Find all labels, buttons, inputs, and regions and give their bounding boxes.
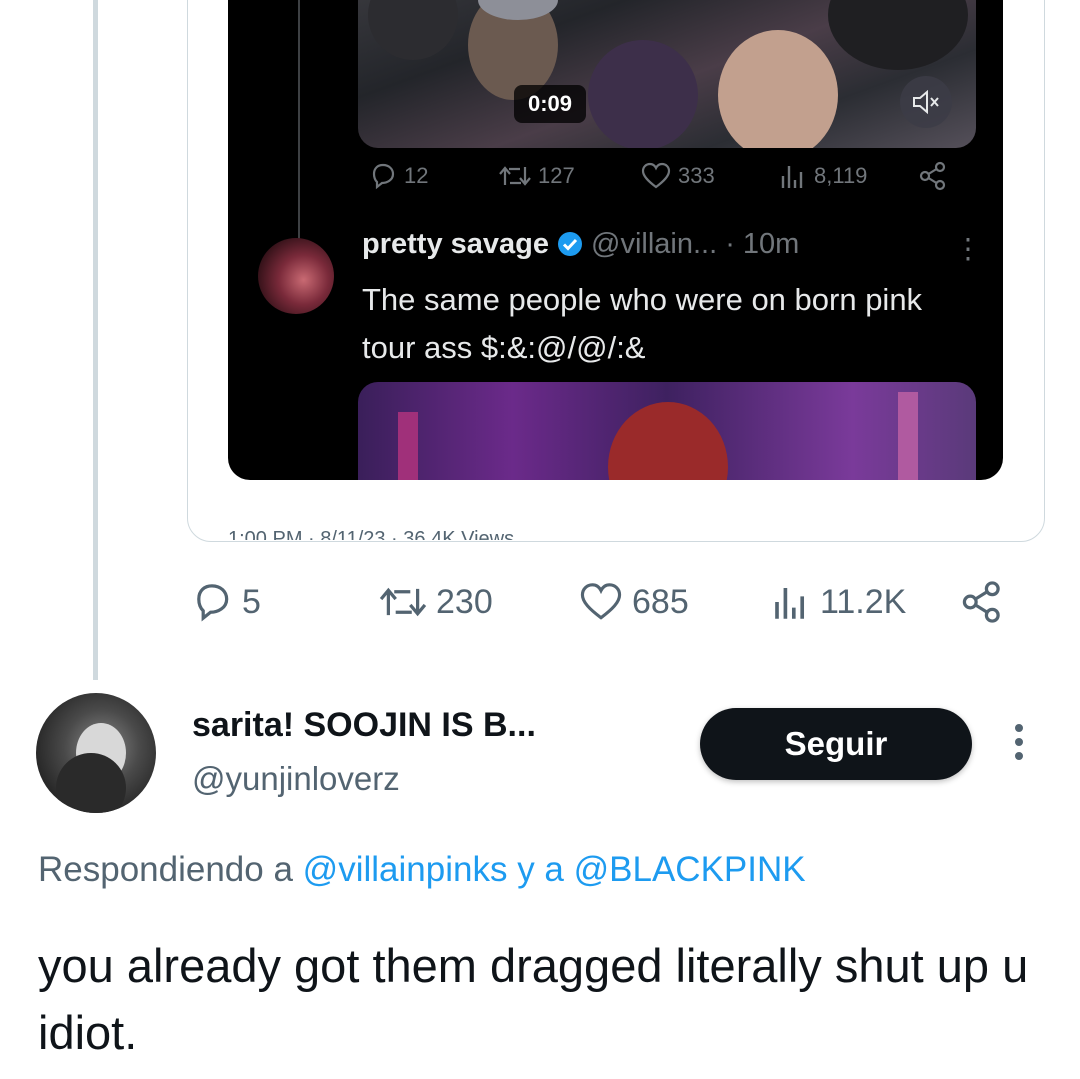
reply-action[interactable]: 5 bbox=[190, 578, 261, 626]
repost-count: 127 bbox=[538, 163, 575, 188]
reply-author-handle[interactable]: @yunjinloverz bbox=[192, 760, 400, 798]
verified-badge-icon bbox=[558, 232, 582, 256]
inner-thread-line bbox=[298, 0, 300, 250]
reply-icon bbox=[372, 163, 395, 190]
nested-post-avatar[interactable] bbox=[258, 238, 334, 314]
video-figure bbox=[828, 0, 968, 70]
share-icon bbox=[919, 161, 946, 191]
repost-count: 230 bbox=[436, 582, 493, 621]
reply-author-name[interactable]: sarita! SOOJIN IS B... bbox=[192, 706, 536, 745]
volume-muted-icon[interactable] bbox=[900, 76, 952, 128]
nested-post-text: The same people who were on born pink to… bbox=[362, 282, 923, 365]
heart-icon bbox=[641, 162, 671, 189]
views-action[interactable]: 8,119 bbox=[778, 158, 867, 194]
video-figure bbox=[718, 30, 838, 148]
video-figure bbox=[588, 40, 698, 148]
follow-button[interactable]: Seguir bbox=[700, 708, 972, 780]
repost-icon bbox=[379, 587, 427, 617]
views-count: 11.2K bbox=[820, 582, 907, 621]
views-count: 8,119 bbox=[814, 163, 868, 188]
replying-to-line: Respondiendo a @villainpinks y a @BLACKP… bbox=[38, 850, 806, 890]
nested-post-media[interactable] bbox=[358, 382, 976, 480]
share-action[interactable] bbox=[960, 578, 1004, 626]
nested-post-more-icon[interactable]: ⋮ bbox=[954, 232, 982, 265]
reply-count: 12 bbox=[404, 163, 429, 188]
repost-icon bbox=[499, 166, 531, 186]
views-action[interactable]: 11.2K bbox=[770, 578, 906, 626]
post-actions: 5 230 685 11.2K bbox=[190, 578, 1040, 626]
media-light bbox=[398, 412, 418, 480]
media-light bbox=[898, 392, 918, 480]
repost-action[interactable]: 230 bbox=[378, 578, 493, 626]
views-chart-icon bbox=[781, 166, 803, 188]
reply-author-avatar[interactable] bbox=[36, 693, 156, 813]
nested-post-time: · 10m bbox=[725, 228, 800, 260]
share-action[interactable] bbox=[918, 158, 948, 194]
video-figure bbox=[368, 0, 458, 60]
more-options-icon[interactable] bbox=[1012, 724, 1026, 768]
thread-connector-line bbox=[93, 0, 98, 680]
heart-icon bbox=[580, 583, 622, 620]
quoted-post-meta-cutoff: 1:00 PM · 8/11/23 · 36.4K Views bbox=[228, 530, 648, 540]
like-action[interactable]: 685 bbox=[578, 578, 689, 626]
nested-post-handle[interactable]: @villain... bbox=[591, 228, 717, 260]
reply-count: 5 bbox=[242, 582, 261, 621]
like-count: 685 bbox=[632, 582, 689, 621]
nested-post-author-name[interactable]: pretty savage bbox=[362, 228, 549, 260]
media-figure bbox=[608, 402, 728, 480]
reply-icon bbox=[197, 584, 229, 622]
video-player[interactable]: 0:09 bbox=[358, 0, 976, 148]
like-count: 333 bbox=[678, 163, 715, 188]
replying-to-prefix: Respondiendo a bbox=[38, 850, 293, 889]
reply-text: you already got them dragged literally s… bbox=[38, 939, 1029, 1059]
video-timestamp: 0:09 bbox=[514, 85, 587, 123]
repost-action[interactable]: 127 bbox=[498, 158, 575, 194]
quoted-post-actions: 12 127 333 8,119 bbox=[368, 158, 968, 194]
replying-to-join: y a bbox=[517, 850, 564, 889]
share-icon bbox=[962, 581, 1000, 623]
views-chart-icon bbox=[775, 588, 805, 619]
replying-to-user-villainpinks[interactable]: @villainpinks bbox=[303, 850, 508, 889]
like-action[interactable]: 333 bbox=[640, 158, 715, 194]
quoted-post-screenshot: 0:09 12 127 333 8,119 pretty savage @vil… bbox=[228, 0, 1003, 480]
reply-action[interactable]: 12 bbox=[368, 158, 428, 194]
replying-to-user-blackpink[interactable]: @BLACKPINK bbox=[574, 850, 806, 889]
nested-post-header: pretty savage @villain... · 10m bbox=[362, 228, 799, 261]
